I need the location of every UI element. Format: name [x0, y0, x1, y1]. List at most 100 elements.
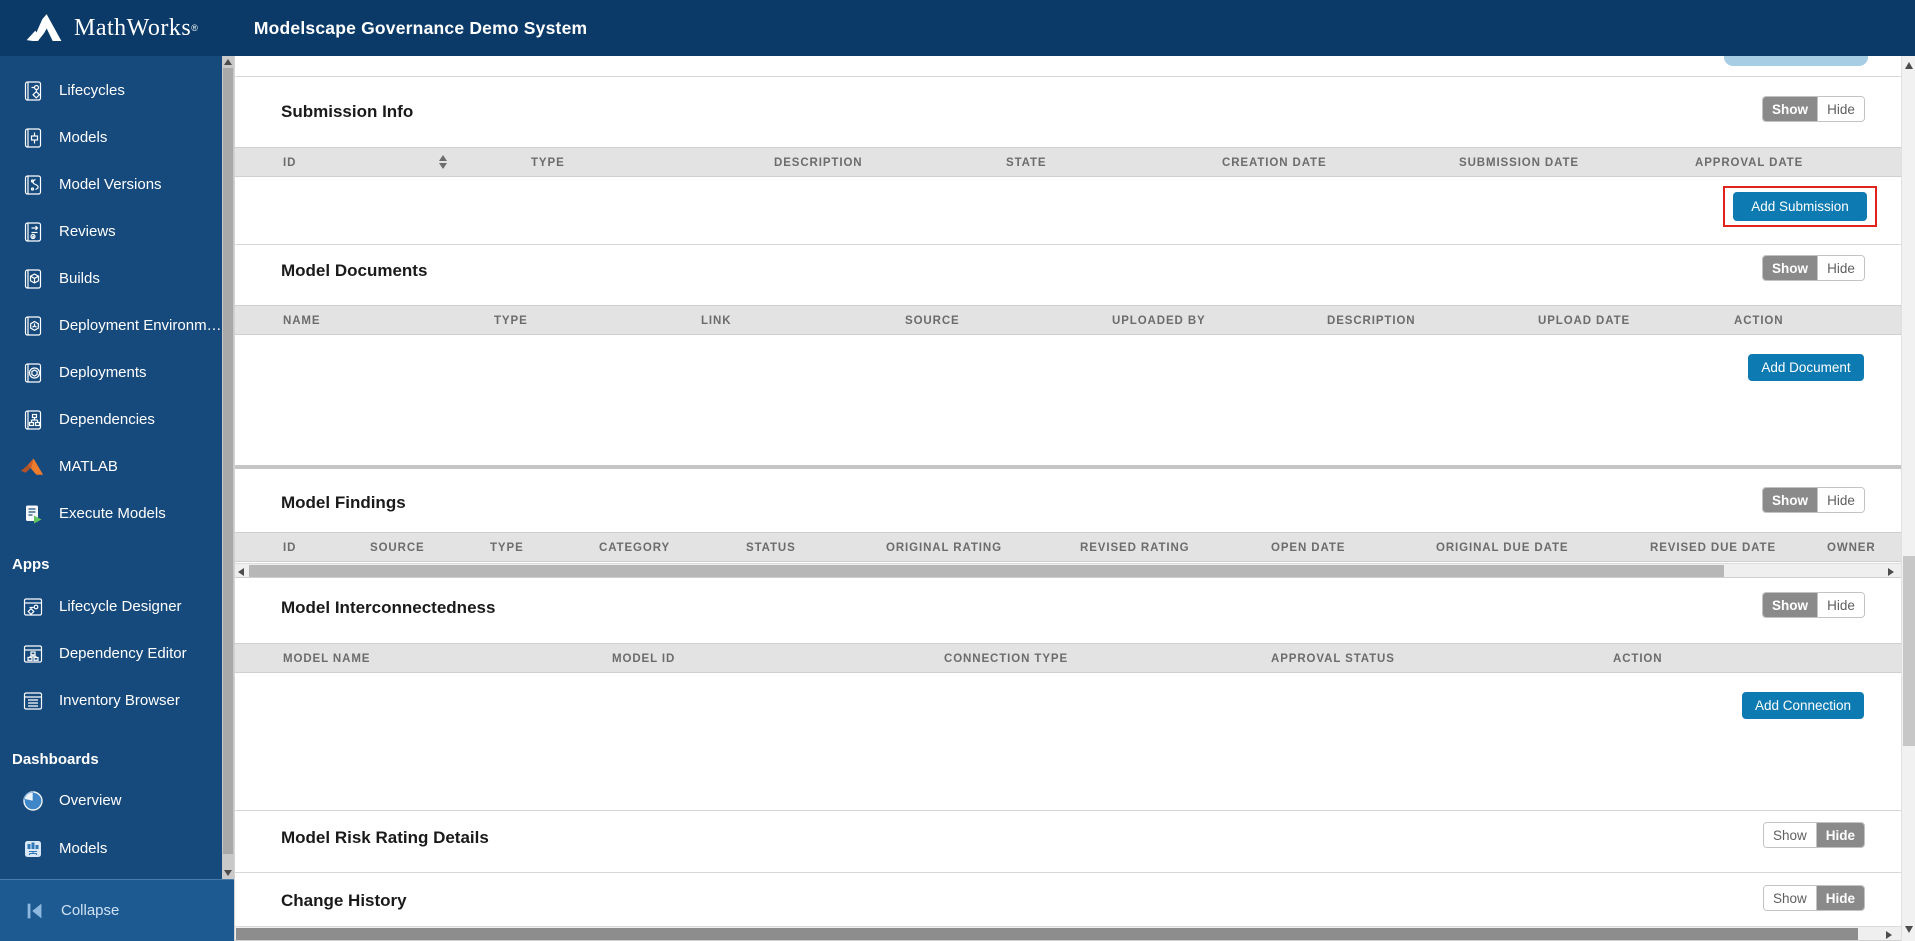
column-header-type: TYPE — [531, 157, 565, 169]
models-icon — [20, 125, 45, 150]
add-submission-button[interactable]: Add Submission — [1733, 192, 1867, 221]
inventory-browser-icon — [20, 688, 45, 713]
sidebar-item-builds[interactable]: Builds — [0, 255, 222, 302]
submission-table-header: ID TYPE DESCRIPTION STATE CREATION DATE … — [235, 147, 1902, 177]
findings-horizontal-scrollbar[interactable] — [235, 563, 1902, 578]
column-header-id[interactable]: ID — [283, 148, 296, 178]
sidebar-item-deployment-environments[interactable]: Deployment Environm… — [0, 302, 222, 349]
lifecycle-designer-icon — [20, 594, 45, 619]
change-history-show-hide-toggle: Show Hide — [1762, 885, 1865, 911]
model-findings-show-hide-toggle: Show Hide — [1762, 487, 1865, 513]
show-button[interactable]: Show — [1763, 488, 1817, 512]
builds-icon — [20, 266, 45, 291]
deployments-icon — [20, 360, 45, 385]
hide-button[interactable]: Hide — [1817, 593, 1864, 617]
column-header-id: ID — [283, 542, 297, 554]
sidebar-scrollbar-thumb[interactable] — [223, 68, 233, 854]
show-button[interactable]: Show — [1763, 886, 1816, 910]
section-title-model-interconnectedness: Model Interconnectedness — [281, 598, 496, 617]
brand-wordmark: MathWorks — [74, 14, 192, 41]
hide-button[interactable]: Hide — [1817, 488, 1864, 512]
hide-button[interactable]: Hide — [1815, 886, 1864, 910]
show-button[interactable]: Show — [1763, 823, 1816, 847]
sidebar-item-model-versions[interactable]: Model Versions — [0, 161, 222, 208]
column-header-type: TYPE — [490, 542, 524, 554]
column-header-connection-type: CONNECTION TYPE — [944, 653, 1069, 665]
pie-chart-icon — [20, 788, 45, 813]
column-header-description: DESCRIPTION — [1327, 315, 1416, 327]
page-scrollbar-thumb[interactable] — [236, 928, 1858, 940]
show-button[interactable]: Show — [1763, 256, 1817, 280]
sidebar-item-label: Builds — [59, 270, 100, 287]
section-title-model-findings: Model Findings — [281, 493, 406, 512]
scroll-right-icon[interactable] — [1888, 568, 1894, 576]
mathworks-logo-icon — [26, 14, 62, 42]
mathworks-brand[interactable]: MathWorks ® — [24, 10, 198, 46]
column-header-open-date: OPEN DATE — [1271, 542, 1346, 554]
column-header-description: DESCRIPTION — [774, 157, 863, 169]
model-versions-icon — [20, 172, 45, 197]
hide-button[interactable]: Hide — [1817, 256, 1864, 280]
add-document-button[interactable]: Add Document — [1748, 354, 1864, 381]
sidebar-item-label: Dependencies — [59, 411, 155, 428]
show-button[interactable]: Show — [1763, 593, 1817, 617]
sidebar-section-apps: Apps — [12, 555, 50, 573]
page-vertical-scrollbar[interactable] — [1901, 56, 1915, 941]
page-horizontal-scrollbar[interactable] — [235, 926, 1902, 941]
sidebar-scroll-up-icon[interactable] — [224, 59, 232, 65]
documents-table-header: NAME TYPE LINK SOURCE UPLOADED BY DESCRI… — [235, 305, 1902, 335]
model-risk-rating-show-hide-toggle: Show Hide — [1762, 822, 1865, 848]
scroll-up-icon[interactable] — [1905, 62, 1913, 69]
sidebar-item-label: Overview — [59, 792, 122, 809]
sidebar-item-deployments[interactable]: Deployments — [0, 349, 222, 396]
page-vscrollbar-thumb[interactable] — [1903, 556, 1915, 746]
sidebar-item-lifecycles[interactable]: Lifecycles — [0, 67, 222, 114]
add-connection-button[interactable]: Add Connection — [1742, 692, 1864, 719]
sidebar-item-label: Models — [59, 840, 108, 857]
sidebar-nav: Lifecycles Models Model Versions Reviews… — [0, 56, 234, 941]
model-interconnectedness-show-hide-toggle: Show Hide — [1762, 592, 1865, 618]
section-title-model-documents: Model Documents — [281, 261, 428, 280]
column-header-approval-status: APPROVAL STATUS — [1271, 653, 1395, 665]
sidebar-item-models[interactable]: Models — [0, 114, 222, 161]
sort-icon[interactable] — [439, 155, 447, 169]
sidebar-item-dependencies[interactable]: Dependencies — [0, 396, 222, 443]
section-title-submission-info: Submission Info — [281, 102, 414, 121]
column-header-status: STATUS — [746, 542, 796, 554]
column-header-revised-due-date: REVISED DUE DATE — [1650, 542, 1777, 554]
column-header-approval-date: APPROVAL DATE — [1695, 157, 1804, 169]
sidebar-collapse-band: Collapse — [0, 879, 234, 941]
registered-mark: ® — [191, 23, 198, 33]
column-header-creation-date: CREATION DATE — [1222, 157, 1327, 169]
hide-button[interactable]: Hide — [1815, 823, 1864, 847]
sidebar-item-lifecycle-designer[interactable]: Lifecycle Designer — [0, 583, 222, 630]
partial-scrolled-button[interactable] — [1724, 56, 1868, 66]
sidebar-item-reviews[interactable]: Reviews — [0, 208, 222, 255]
sidebar-item-dependency-editor[interactable]: Dependency Editor — [0, 630, 222, 677]
sidebar-item-label: Inventory Browser — [59, 692, 180, 709]
sidebar-collapse-button[interactable]: Collapse — [0, 887, 234, 934]
scroll-down-icon[interactable] — [1905, 926, 1913, 933]
sidebar-item-models-dashboard[interactable]: Models — [0, 825, 222, 872]
scroll-left-icon[interactable] — [238, 568, 244, 576]
modelscape-app: MathWorks ® Modelscape Governance Demo S… — [0, 0, 1915, 941]
page-title: Modelscape Governance Demo System — [253, 17, 588, 38]
sidebar-item-overview[interactable]: Overview — [0, 777, 222, 824]
show-button[interactable]: Show — [1763, 97, 1817, 121]
sidebar-item-label: Execute Models — [59, 505, 166, 522]
column-header-model-name: MODEL NAME — [283, 653, 371, 665]
column-header-action: ACTION — [1734, 315, 1784, 327]
sidebar-item-inventory-browser[interactable]: Inventory Browser — [0, 677, 222, 724]
hide-button[interactable]: Hide — [1817, 97, 1864, 121]
scroll-right-icon[interactable] — [1886, 931, 1892, 939]
column-header-name: NAME — [283, 315, 321, 327]
column-header-source: SOURCE — [905, 315, 960, 327]
column-header-original-rating: ORIGINAL RATING — [886, 542, 1002, 554]
findings-scrollbar-thumb[interactable] — [249, 565, 1724, 577]
sidebar-item-matlab[interactable]: MATLAB — [0, 443, 222, 490]
sidebar-scrollbar[interactable] — [222, 56, 234, 879]
sidebar-item-label: Reviews — [59, 223, 116, 240]
column-header-source: SOURCE — [370, 542, 425, 554]
sidebar-item-execute-models[interactable]: Execute Models — [0, 490, 222, 537]
sidebar-scroll-down-icon[interactable] — [224, 870, 232, 876]
